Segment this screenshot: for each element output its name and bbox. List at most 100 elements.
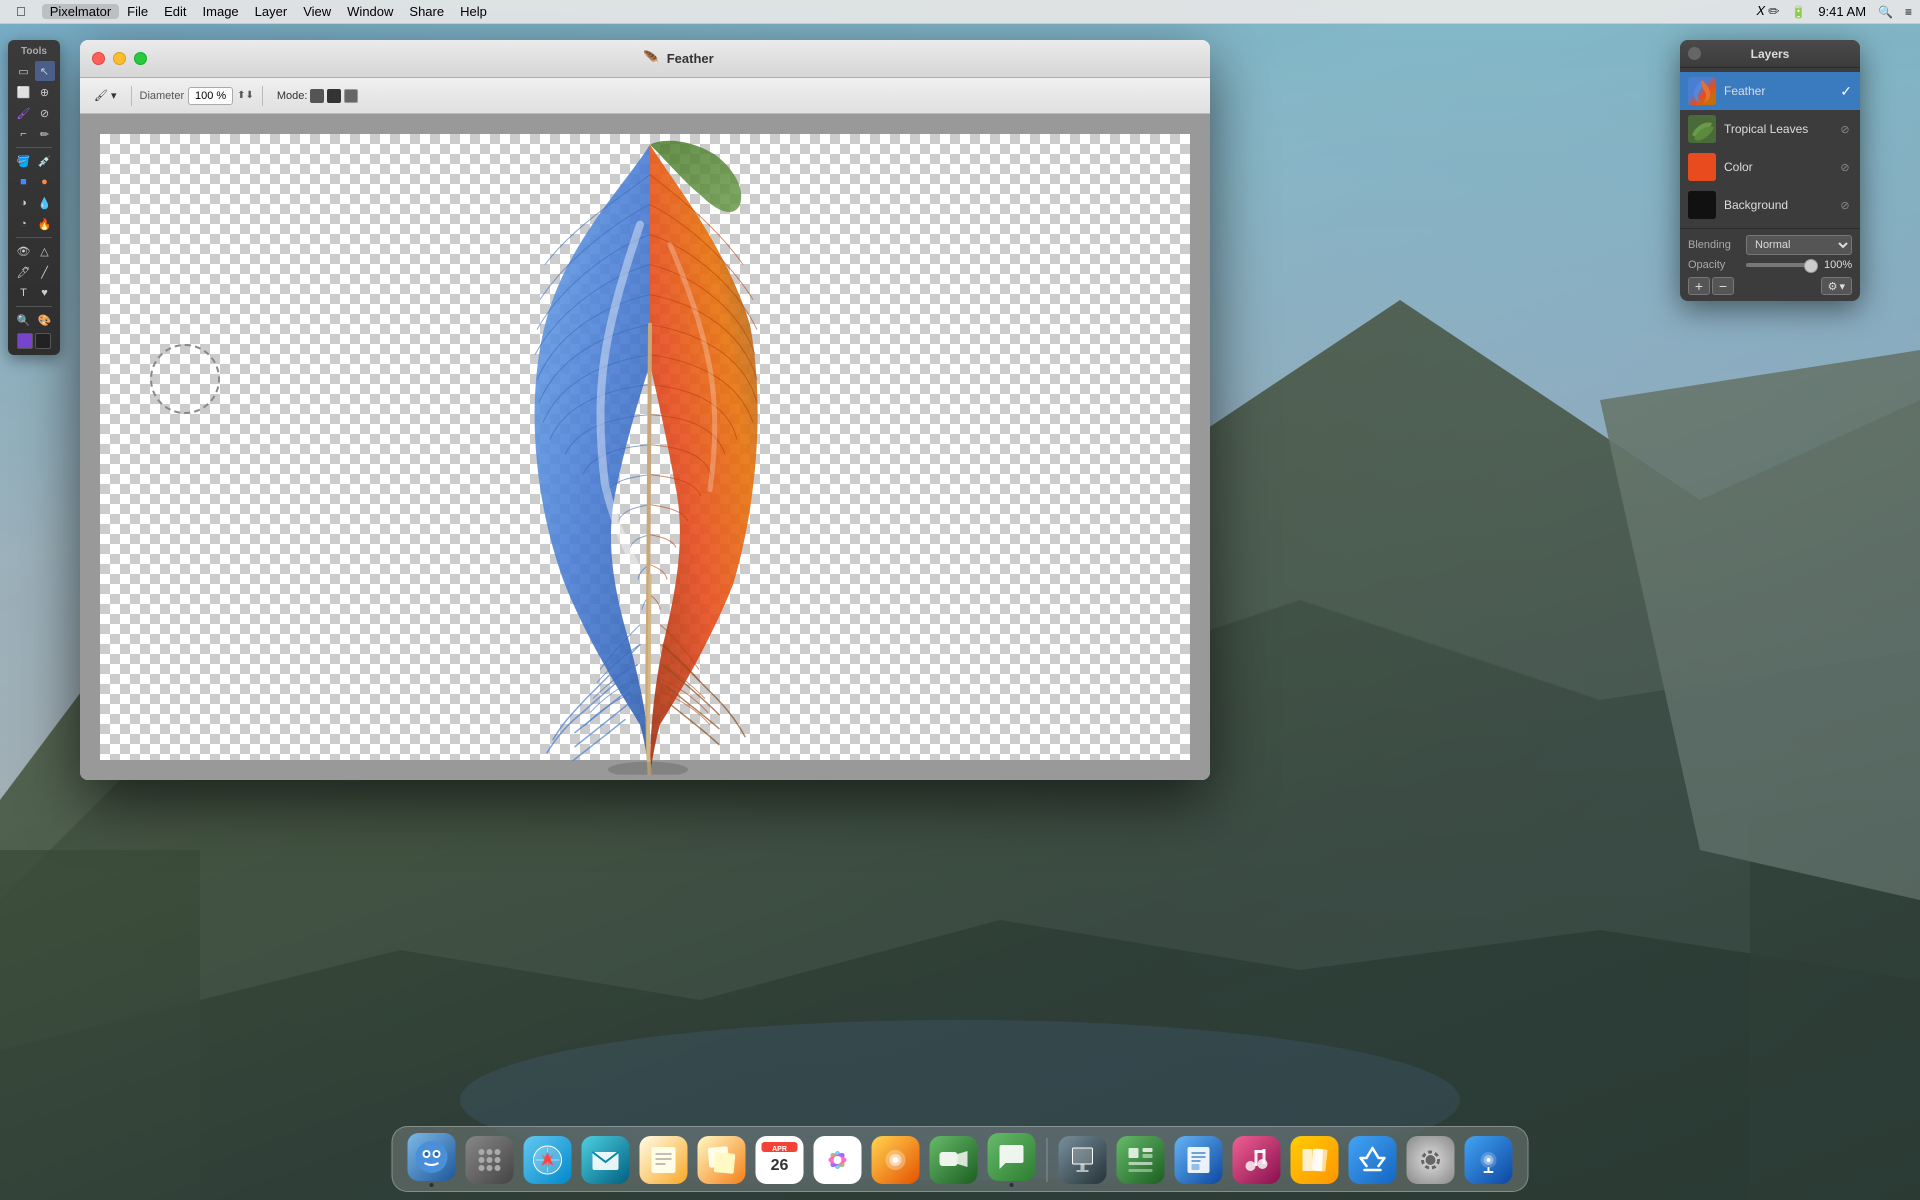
opacity-value: 100%	[1824, 259, 1852, 271]
dock-system-prefs[interactable]	[1404, 1133, 1458, 1187]
minimize-button[interactable]	[113, 52, 126, 65]
toolbar-sep-2	[262, 86, 263, 106]
menubar-view[interactable]: View	[295, 4, 339, 19]
blending-select[interactable]: Normal Multiply Screen Overlay	[1746, 235, 1852, 255]
tool-circle[interactable]: ●	[35, 172, 55, 192]
dock-mail[interactable]	[579, 1133, 633, 1187]
dock-photos[interactable]	[811, 1133, 865, 1187]
tool-select-rect[interactable]: ▭	[14, 61, 34, 81]
add-layer-button[interactable]: +	[1688, 277, 1710, 295]
menubar-wifi[interactable]: 𝛸 ✏	[1756, 4, 1779, 19]
layers-close-button[interactable]	[1688, 47, 1701, 60]
diameter-stepper[interactable]: ⬆⬇	[237, 90, 254, 101]
tool-smudge[interactable]: 💧	[35, 193, 55, 213]
dock-launchpad[interactable]	[463, 1133, 517, 1187]
settings-icon: ⚙	[1828, 280, 1838, 293]
layer-visible-bg[interactable]: ⊘	[1838, 198, 1852, 212]
menubar-window[interactable]: Window	[339, 4, 401, 19]
tool-eyedrop-fill[interactable]: 🪣	[14, 151, 34, 171]
diameter-control: Diameter ⬆⬇	[140, 87, 254, 105]
color-swatches[interactable]	[17, 331, 51, 351]
menubar-ctrl-strip[interactable]: ≡	[1905, 5, 1912, 19]
menubar-battery: 🔋	[1791, 5, 1806, 19]
tool-eraser[interactable]: ⊘	[35, 103, 55, 123]
tool-pen[interactable]: 🖊	[14, 262, 34, 282]
dock-books[interactable]	[1288, 1133, 1342, 1187]
selection-cursor	[150, 344, 220, 414]
menubar-help[interactable]: Help	[452, 4, 495, 19]
menubar-file[interactable]: File	[119, 4, 156, 19]
dock-stickies[interactable]	[695, 1133, 749, 1187]
traffic-lights	[92, 52, 147, 65]
dock-appstore[interactable]	[1346, 1133, 1400, 1187]
apple-menu[interactable]: 	[8, 4, 34, 19]
layer-item-feather[interactable]: Feather ✓	[1680, 72, 1860, 110]
tool-select-lasso[interactable]: ⌐	[14, 124, 34, 144]
tool-pencil[interactable]: ✏	[35, 124, 55, 144]
toolbar-arrow: ▾	[111, 89, 117, 102]
dock-keynote[interactable]	[1056, 1133, 1110, 1187]
dock-pages[interactable]	[1172, 1133, 1226, 1187]
keynote-icon	[1059, 1136, 1107, 1184]
foreground-color[interactable]	[17, 333, 33, 349]
menubar-search[interactable]: 🔍	[1878, 5, 1893, 19]
close-button[interactable]	[92, 52, 105, 65]
dock-separator	[1047, 1138, 1048, 1182]
remove-layer-button[interactable]: −	[1712, 277, 1734, 295]
tool-zoom[interactable]: 🔍	[14, 310, 34, 330]
layer-item-background[interactable]: Background ⊘	[1680, 186, 1860, 224]
tool-heart[interactable]: ♥	[35, 283, 55, 303]
opacity-slider[interactable]	[1746, 263, 1818, 267]
layer-item-color[interactable]: Color ⊘	[1680, 148, 1860, 186]
tool-burn[interactable]: 🔥	[35, 214, 55, 234]
mode-control[interactable]: Mode:	[271, 87, 365, 105]
dock-music[interactable]	[1230, 1133, 1284, 1187]
window-title-icon: 🪶	[643, 50, 660, 67]
menubar-image[interactable]: Image	[195, 4, 247, 19]
tool-line[interactable]: ╱	[35, 262, 55, 282]
menubar-app-name[interactable]: Pixelmator	[42, 4, 119, 19]
tool-eyedropper[interactable]: 💉	[35, 151, 55, 171]
tool-text[interactable]: T	[14, 283, 34, 303]
tool-select-rect2[interactable]: ⬜	[14, 82, 34, 102]
dock-calendar[interactable]: APR26	[753, 1133, 807, 1187]
system-prefs-icon	[1407, 1136, 1455, 1184]
tool-color-pick[interactable]: 🎨	[35, 310, 55, 330]
tool-dodge[interactable]: ◔	[14, 214, 34, 234]
layer-check-feather: ✓	[1840, 83, 1852, 100]
menubar-share[interactable]: Share	[401, 4, 452, 19]
dock-notes[interactable]	[637, 1133, 691, 1187]
menubar-edit[interactable]: Edit	[156, 4, 194, 19]
dock-safari[interactable]	[521, 1133, 575, 1187]
tool-paint[interactable]: 🖌	[14, 103, 34, 123]
dock-airdrop[interactable]	[1462, 1133, 1516, 1187]
iphoto-icon	[872, 1136, 920, 1184]
pages-icon	[1175, 1136, 1223, 1184]
layer-visible-color[interactable]: ⊘	[1838, 160, 1852, 174]
dock-finder[interactable]	[405, 1133, 459, 1187]
toolbar-brush-options[interactable]: 🖌 ▾	[88, 87, 123, 104]
background-color[interactable]	[35, 333, 51, 349]
svg-text:26: 26	[771, 1157, 789, 1174]
tool-eye[interactable]: 👁	[14, 241, 34, 261]
layer-settings-button[interactable]: ⚙ ▾	[1821, 277, 1852, 295]
tool-square[interactable]: ■	[14, 172, 34, 192]
dock-numbers[interactable]	[1114, 1133, 1168, 1187]
dock-facetime[interactable]	[927, 1133, 981, 1187]
tool-transform[interactable]: ⊕	[35, 82, 55, 102]
finder-icon	[408, 1133, 456, 1181]
layer-item-tropical-leaves[interactable]: Tropical Leaves ⊘	[1680, 110, 1860, 148]
diameter-input[interactable]	[188, 87, 233, 105]
diameter-label: Diameter	[140, 90, 185, 102]
main-window: 🪶 Feather 🖌 ▾ Diameter ⬆⬇ Mode:	[80, 40, 1210, 780]
messages-dot	[1010, 1183, 1014, 1187]
canvas-area[interactable]	[80, 114, 1210, 780]
tool-triangle[interactable]: △	[35, 241, 55, 261]
tool-gradient[interactable]: ◑	[14, 193, 34, 213]
layer-visible-leaves[interactable]: ⊘	[1838, 122, 1852, 136]
tool-pointer[interactable]: ↖	[35, 61, 55, 81]
dock-iphoto[interactable]	[869, 1133, 923, 1187]
maximize-button[interactable]	[134, 52, 147, 65]
menubar-layer[interactable]: Layer	[247, 4, 296, 19]
dock-messages[interactable]	[985, 1133, 1039, 1187]
